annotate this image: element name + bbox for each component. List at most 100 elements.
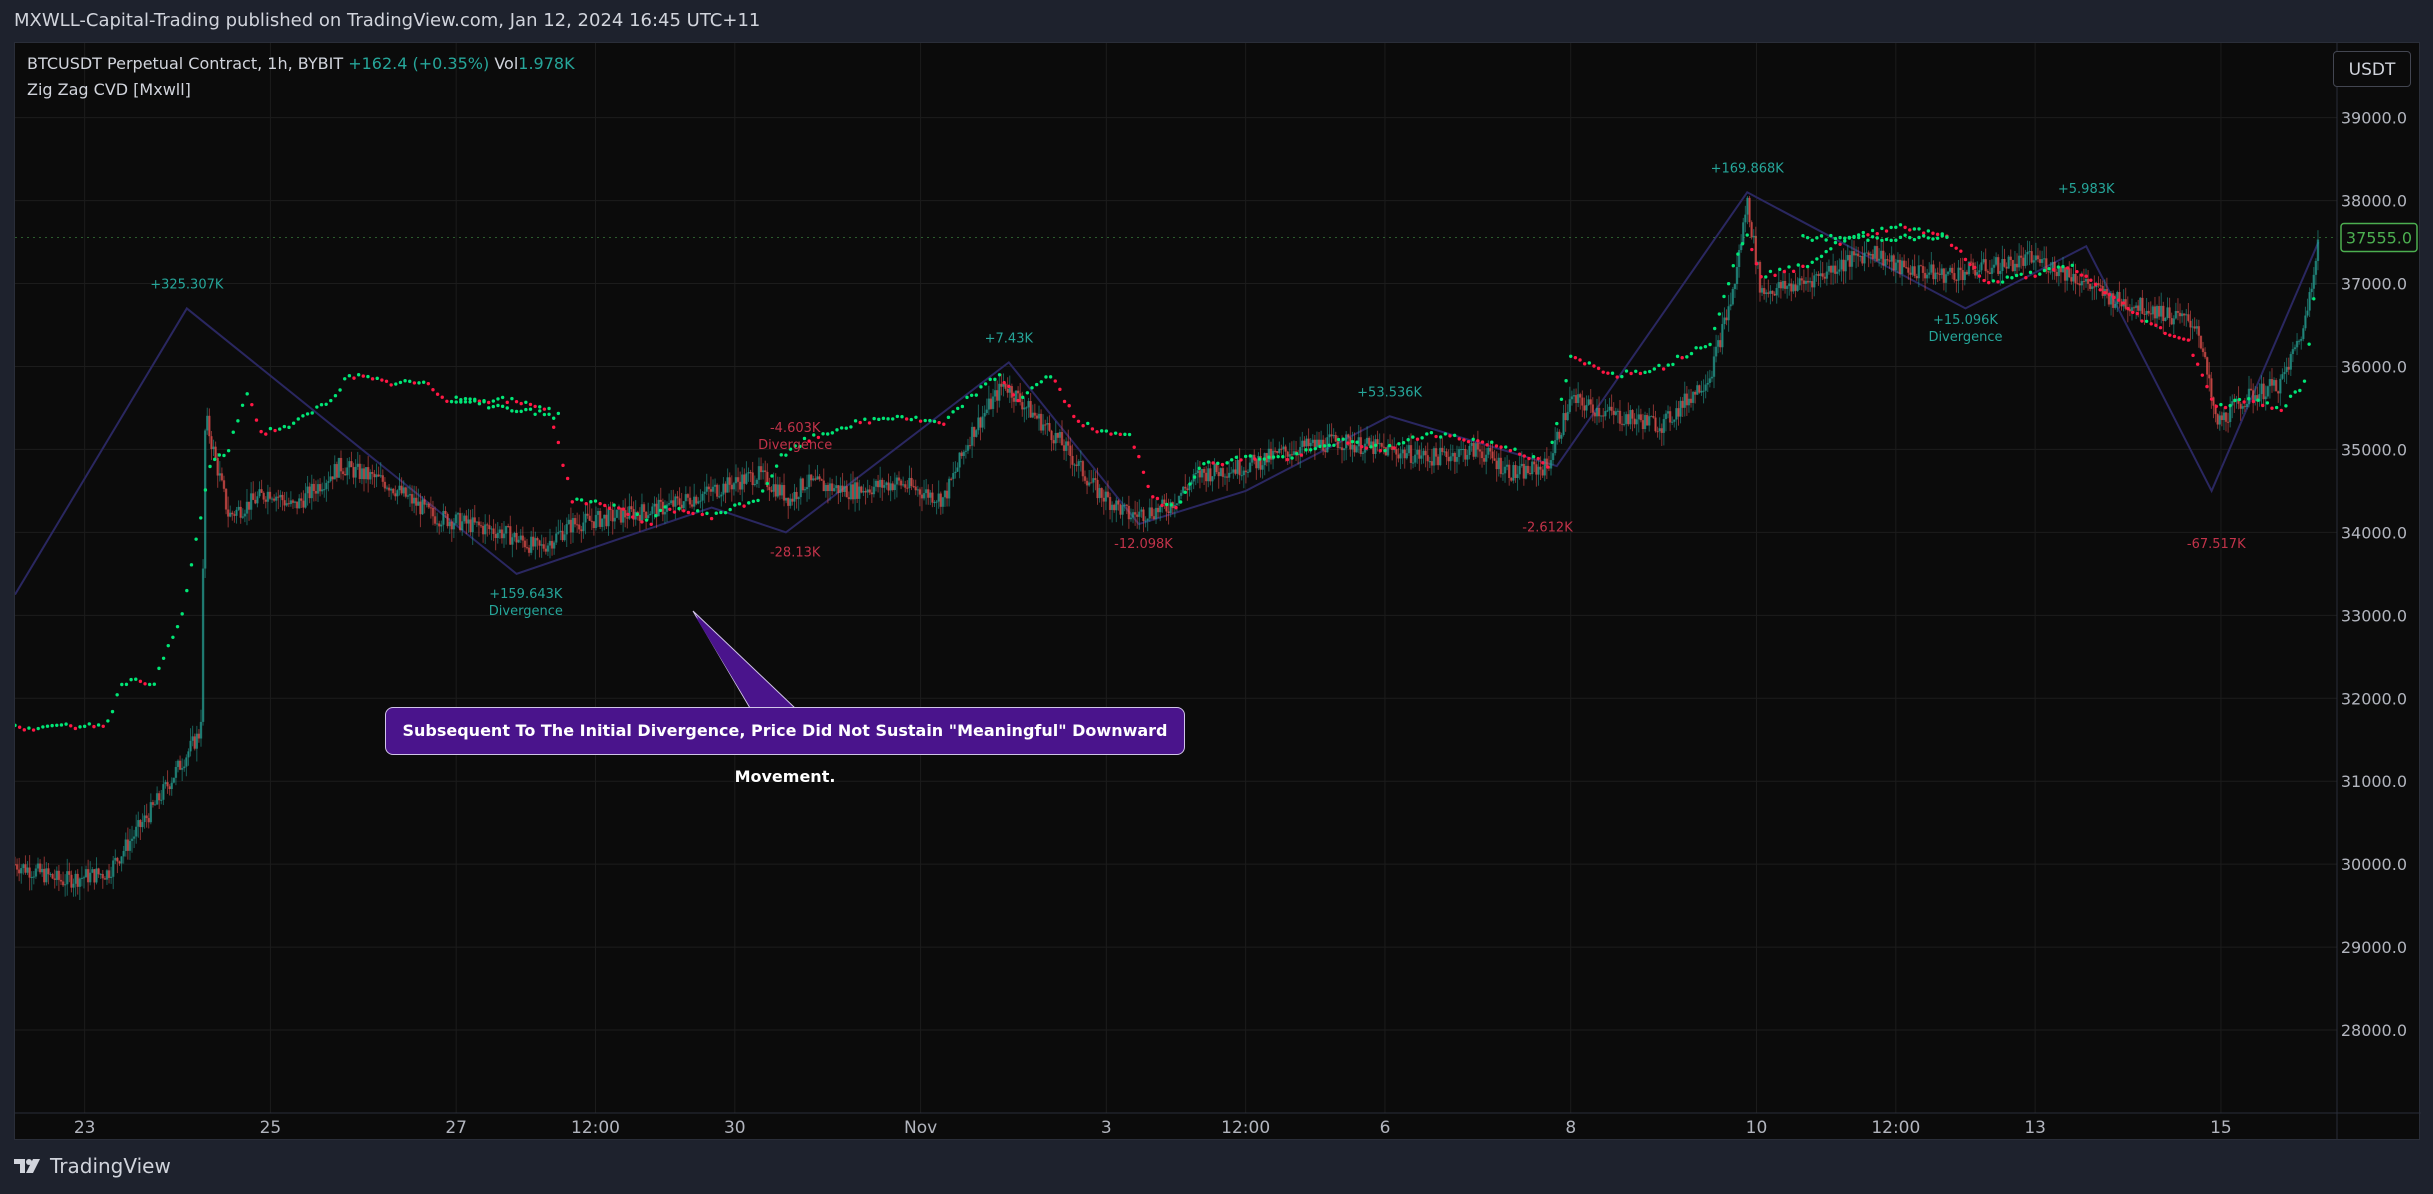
- candle-body: [1861, 256, 1864, 264]
- candle-body: [1129, 517, 1133, 520]
- candle-body: [2022, 257, 2025, 266]
- cvd-dot: [78, 725, 82, 729]
- candle-body: [1495, 460, 1498, 470]
- cvd-dot: [1903, 225, 1907, 230]
- candle-body: [477, 521, 481, 526]
- candle-body: [1096, 479, 1099, 499]
- candle-body: [1905, 267, 1908, 269]
- price-tick-label: 32000.0: [2341, 689, 2407, 708]
- candle-body: [1936, 272, 1939, 274]
- cvd-dot: [1281, 455, 1285, 459]
- cvd-dot: [1021, 395, 1025, 400]
- candle-body: [1744, 214, 1747, 223]
- candle-body: [1497, 457, 1500, 470]
- cvd-dot: [2130, 310, 2135, 315]
- cvd-dot: [1360, 445, 1364, 449]
- candle-body: [1202, 469, 1206, 473]
- candle-body: [653, 503, 656, 507]
- candle-body: [1464, 448, 1467, 460]
- cvd-dot: [1717, 312, 1722, 316]
- candle-body: [1449, 456, 1452, 462]
- price-tick-label: 38000.0: [2341, 192, 2407, 211]
- cvd-dot: [1819, 254, 1824, 259]
- cvd-dot: [965, 395, 969, 400]
- candle-body: [962, 451, 965, 456]
- candle-body: [924, 489, 928, 494]
- candle-body: [517, 539, 520, 543]
- cvd-dot: [733, 503, 737, 507]
- candle-body: [929, 492, 932, 498]
- cvd-dot: [1378, 449, 1383, 453]
- cvd-dot: [923, 418, 927, 423]
- candle-body: [446, 513, 449, 527]
- candle-body: [1994, 257, 1998, 265]
- cvd-dot: [166, 643, 170, 648]
- cvd-dot: [185, 588, 189, 593]
- candle-body: [1825, 271, 1829, 279]
- candle-body: [868, 489, 871, 493]
- candle-body: [2164, 317, 2167, 322]
- candle-body: [630, 506, 633, 510]
- candle-body: [1284, 446, 1287, 452]
- candle-body: [1491, 451, 1494, 459]
- cvd-dot: [2298, 388, 2302, 393]
- candle-body: [1871, 253, 1875, 259]
- candle-body: [2084, 278, 2088, 282]
- candle-body: [743, 474, 746, 484]
- cvd-dot: [1722, 294, 1726, 299]
- candle-body: [1999, 271, 2002, 274]
- cvd-dot: [2242, 400, 2246, 404]
- candle-body: [1355, 446, 1358, 453]
- cvd-dot: [900, 415, 904, 419]
- cvd-dot: [1494, 444, 1499, 448]
- candle-body: [1340, 447, 1344, 451]
- candle-body: [1923, 272, 1927, 279]
- cvd-dot: [1290, 456, 1294, 460]
- candle-body: [862, 490, 865, 493]
- cvd-dot: [765, 481, 770, 486]
- candle-body: [1184, 486, 1187, 489]
- cvd-dot: [152, 682, 157, 686]
- candle-body: [642, 504, 646, 512]
- candle-body: [1248, 462, 1252, 472]
- candle-body: [74, 873, 77, 884]
- candle-body: [34, 868, 38, 877]
- currency-button[interactable]: USDT: [2333, 51, 2411, 87]
- candle-body: [99, 873, 102, 875]
- candle-body: [1840, 259, 1843, 270]
- price-chart[interactable]: +325.307K+159.643KDivergence-28.13K-4.60…: [15, 43, 2421, 1141]
- cvd-dot: [1499, 445, 1503, 449]
- candle-body: [2137, 305, 2140, 311]
- candle-body: [1370, 441, 1373, 446]
- candle-body: [1276, 451, 1279, 453]
- candle-body: [1602, 415, 1605, 417]
- cvd-dot: [547, 406, 551, 411]
- candle-body: [116, 857, 119, 862]
- cvd-dot: [268, 426, 273, 431]
- candle-body: [2111, 293, 2115, 308]
- candle-body: [124, 839, 127, 851]
- candle-body: [1689, 398, 1693, 403]
- indicator-legend-row[interactable]: Zig Zag CVD [Mxwll]: [27, 77, 575, 103]
- cvd-dot: [2154, 323, 2158, 327]
- candle-body: [1637, 414, 1640, 420]
- tradingview-brand[interactable]: TradingView: [14, 1154, 171, 1178]
- candle-body: [484, 524, 487, 535]
- candle-body: [1982, 259, 1985, 263]
- candle-body: [745, 473, 748, 484]
- candle-body: [1714, 346, 1718, 357]
- candle-body: [475, 521, 479, 523]
- chart-panel[interactable]: +325.307K +159.643K Divergence -28.13K -4.60…: [14, 42, 2421, 1141]
- candle-body: [1549, 460, 1553, 469]
- cvd-dot: [714, 511, 718, 515]
- cvd-dot: [486, 406, 491, 410]
- cvd-dot: [1550, 440, 1554, 445]
- candle-body: [1859, 256, 1862, 258]
- candle-body: [1445, 451, 1448, 458]
- candle-body: [166, 782, 169, 787]
- candle-body: [1959, 267, 1962, 271]
- candle-body: [521, 535, 525, 541]
- candle-body: [1572, 395, 1576, 397]
- cvd-dot: [55, 723, 59, 728]
- price-tick-label: 28000.0: [2341, 1021, 2407, 1040]
